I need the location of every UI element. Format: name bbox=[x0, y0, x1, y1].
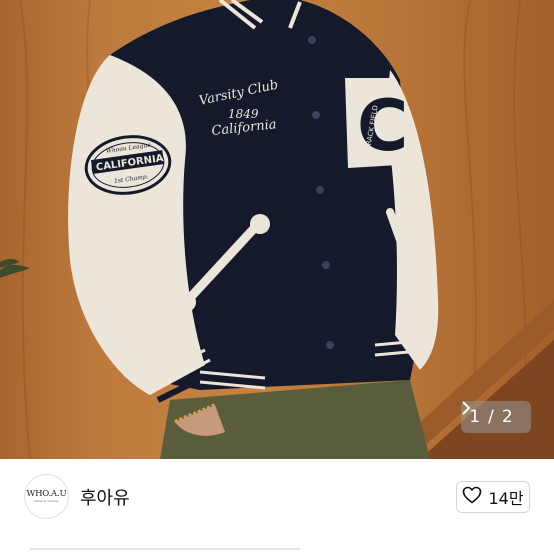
plant bbox=[0, 259, 30, 278]
pager-total: 2 bbox=[501, 407, 513, 427]
pager-separator: / bbox=[488, 407, 494, 427]
avatar-logo-subtext: Steve & Yvonne bbox=[34, 499, 59, 503]
letter-c: C bbox=[357, 85, 408, 167]
image-pager[interactable]: 1 / 2 bbox=[461, 401, 531, 433]
heart-outline-icon bbox=[462, 486, 482, 508]
divider bbox=[30, 548, 300, 550]
letter-patch: C TRACK FIELD bbox=[345, 78, 408, 168]
seller-avatar[interactable]: WHO.A.U Steve & Yvonne bbox=[24, 474, 69, 519]
next-section-edge bbox=[0, 544, 554, 554]
avatar-logo-text: WHO.A.U bbox=[26, 489, 67, 499]
product-photo[interactable]: Varsity Club 1849 California C TRACK FIE… bbox=[0, 0, 554, 459]
like-count: 14만 bbox=[488, 489, 524, 508]
seller-name[interactable]: 후아유 bbox=[80, 484, 130, 510]
like-button[interactable]: 14만 bbox=[456, 481, 530, 513]
jacket-illustration: Varsity Club 1849 California C TRACK FIE… bbox=[0, 0, 554, 459]
